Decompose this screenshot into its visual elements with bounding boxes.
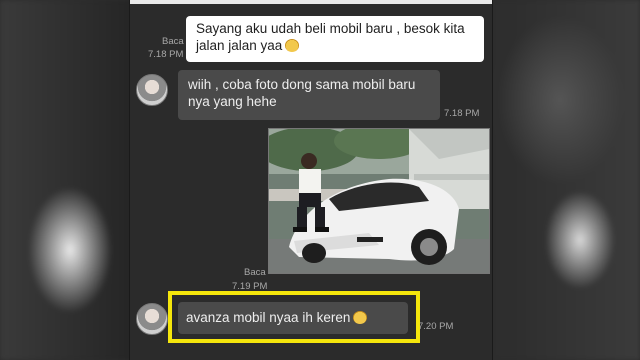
read-status: Baca xyxy=(244,267,266,278)
message-text: wiih , coba foto dong sama mobil baru ny… xyxy=(188,77,416,109)
shared-photo[interactable] xyxy=(268,128,490,274)
contact-avatar[interactable] xyxy=(136,74,168,106)
contact-avatar[interactable] xyxy=(136,303,168,335)
grinning-emoji-icon xyxy=(285,39,300,52)
outgoing-message-bubble[interactable]: Sayang aku udah beli mobil baru , besok … xyxy=(186,16,484,62)
message-timestamp: 7.18 PM xyxy=(444,108,480,119)
read-status: Baca xyxy=(162,36,184,47)
message-timestamp: 7.20 PM xyxy=(418,321,454,332)
message-timestamp: 7.18 PM xyxy=(148,49,184,60)
incoming-message-bubble[interactable]: wiih , coba foto dong sama mobil baru ny… xyxy=(178,70,440,120)
photo-person-with-white-car xyxy=(269,129,489,273)
yellow-highlight-box xyxy=(168,291,420,343)
message-text: Sayang aku udah beli mobil baru , besok … xyxy=(196,21,465,53)
top-edge xyxy=(130,0,492,4)
